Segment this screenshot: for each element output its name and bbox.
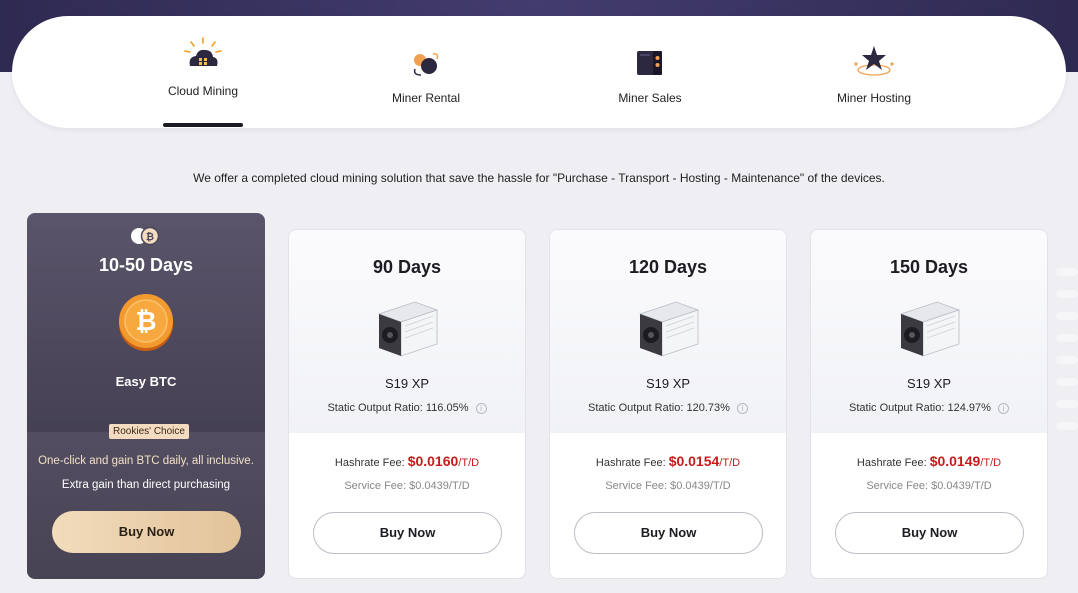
static-output-ratio: Static Output Ratio: 116.05% i xyxy=(289,402,525,414)
active-tab-indicator xyxy=(163,123,243,127)
plan-duration: 120 Days xyxy=(628,257,708,277)
product-nav: Cloud Mining Miner Rental Miner Sales Mi… xyxy=(12,16,1066,128)
buy-now-button[interactable]: Buy Now xyxy=(574,512,763,554)
info-icon[interactable]: i xyxy=(475,402,487,414)
featured-buy-now-button[interactable]: Buy Now xyxy=(52,511,241,553)
tab-label: Miner Hosting xyxy=(836,91,912,105)
miner-rental-icon xyxy=(409,49,443,84)
fee-label: Hashrate Fee: xyxy=(595,457,666,469)
hashrate-fee: Hashrate Fee: $0.0160/T/D xyxy=(289,453,525,469)
svg-text:₿: ₿ xyxy=(146,231,154,243)
plan-card-150-days: 150 Days S19 XP Static Output Ratio: 124… xyxy=(810,229,1048,579)
plan-duration: 90 Days xyxy=(372,257,442,277)
info-icon[interactable]: i xyxy=(736,402,748,414)
miner-model: S19 XP xyxy=(645,376,691,391)
asic-miner-icon xyxy=(636,292,702,363)
fee-price: $0.0154 xyxy=(668,453,720,469)
hashrate-fee: Hashrate Fee: $0.0154/T/D xyxy=(550,453,786,469)
tab-label: Miner Sales xyxy=(618,91,682,105)
ratio-label: Static Output Ratio: xyxy=(588,402,684,414)
fee-unit: /T/D xyxy=(719,457,741,469)
static-output-ratio: Static Output Ratio: 124.97% i xyxy=(811,402,1047,414)
tab-cloud-mining[interactable]: Cloud Mining xyxy=(123,16,283,128)
service-fee: Service Fee: $0.0439/T/D xyxy=(344,480,470,492)
tab-miner-rental[interactable]: Miner Rental xyxy=(346,16,506,128)
featured-subdescription: Extra gain than direct purchasing xyxy=(61,479,231,491)
hashrate-fee: Hashrate Fee: $0.0149/T/D xyxy=(811,453,1047,469)
miner-model: S19 XP xyxy=(384,376,430,391)
bitcoin-coin-icon: ₿ xyxy=(116,292,176,357)
asic-miner-icon xyxy=(375,292,441,363)
plan-duration: 150 Days xyxy=(889,257,969,277)
buy-now-button[interactable]: Buy Now xyxy=(313,512,502,554)
ratio-value: 116.05% xyxy=(425,402,469,414)
tagline: We offer a completed cloud mining soluti… xyxy=(193,171,885,185)
buy-now-button[interactable]: Buy Now xyxy=(835,512,1024,554)
plan-card-90-days: 90 Days S19 XP Static Output Ratio: 116.… xyxy=(288,229,526,579)
featured-plan-card: ₿ 10-50 Days ₿ Easy BTC Rookies' Choice … xyxy=(27,213,265,579)
featured-product-name: Easy BTC xyxy=(115,374,177,389)
ratio-value: 120.73% xyxy=(686,402,730,414)
tab-miner-hosting[interactable]: Miner Hosting xyxy=(794,16,954,128)
decorative-stripes xyxy=(1056,268,1078,430)
fee-label: Hashrate Fee: xyxy=(856,457,927,469)
rookies-choice-badge: Rookies' Choice xyxy=(109,424,189,439)
fee-price: $0.0160 xyxy=(407,453,459,469)
miner-hosting-icon xyxy=(850,44,898,83)
ratio-value: 124.97% xyxy=(947,402,991,414)
coins-icon: ₿ xyxy=(129,226,163,251)
featured-title: 10-50 Days xyxy=(98,255,194,275)
tab-label: Miner Rental xyxy=(391,91,461,105)
tab-label: Cloud Mining xyxy=(167,84,239,98)
featured-description: One-click and gain BTC daily, all inclus… xyxy=(38,455,254,467)
fee-label: Hashrate Fee: xyxy=(334,457,405,469)
svg-text:₿: ₿ xyxy=(135,306,156,336)
asic-miner-icon xyxy=(897,292,963,363)
service-fee: Service Fee: $0.0439/T/D xyxy=(605,480,731,492)
static-output-ratio: Static Output Ratio: 120.73% i xyxy=(550,402,786,414)
cloud-mining-icon xyxy=(181,36,225,77)
fee-unit: /T/D xyxy=(980,457,1002,469)
ratio-label: Static Output Ratio: xyxy=(849,402,945,414)
ratio-label: Static Output Ratio: xyxy=(327,402,423,414)
plan-card-120-days: 120 Days S19 XP Static Output Ratio: 120… xyxy=(549,229,787,579)
fee-unit: /T/D xyxy=(458,457,480,469)
miner-model: S19 XP xyxy=(906,376,952,391)
service-fee: Service Fee: $0.0439/T/D xyxy=(866,480,992,492)
tab-miner-sales[interactable]: Miner Sales xyxy=(570,16,730,128)
fee-price: $0.0149 xyxy=(929,453,981,469)
info-icon[interactable]: i xyxy=(997,402,1009,414)
miner-sales-icon xyxy=(634,48,666,83)
